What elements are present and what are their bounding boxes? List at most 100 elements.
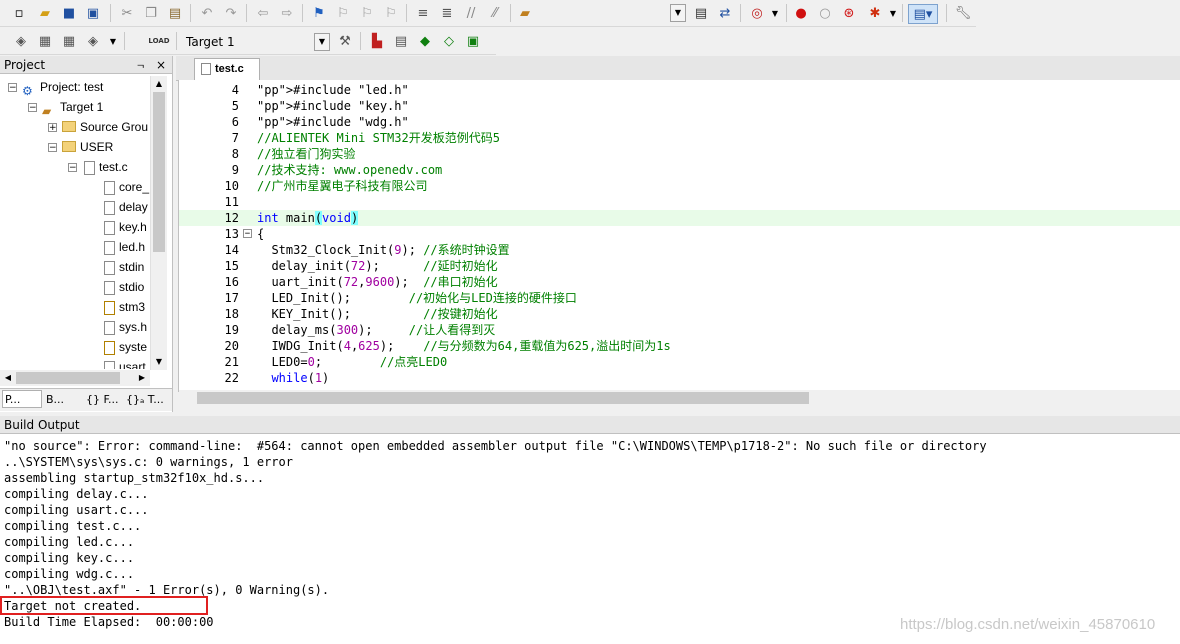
scroll-thumb[interactable] <box>153 92 165 252</box>
target-select[interactable]: Target 1 ▼ <box>182 33 330 51</box>
code-line[interactable]: 16 uart_init(72,9600); //串口初始化 <box>179 274 1180 290</box>
tab-test-c[interactable]: test.c <box>194 58 260 80</box>
tree-item-file[interactable]: key.h <box>104 217 147 237</box>
copy-icon[interactable]: ❐ <box>142 4 160 22</box>
pack-installer-icon[interactable]: ◆ <box>416 32 434 50</box>
code-line[interactable]: 10 //广州市星翼电子科技有限公司 <box>179 178 1180 194</box>
target-options-icon[interactable]: ⚒ <box>336 32 354 50</box>
tab-project[interactable]: P... <box>2 390 42 408</box>
scroll-down-icon[interactable]: ▼ <box>151 354 167 370</box>
find-combo[interactable]: ▼ <box>540 4 686 22</box>
tree-item-user[interactable]: USER <box>62 137 113 157</box>
cut-icon[interactable]: ✂ <box>118 4 136 22</box>
nav-forward-icon[interactable]: ⇨ <box>278 4 296 22</box>
code-line[interactable]: 19 delay_ms(300); //让人看得到灭 <box>179 322 1180 338</box>
comment-icon[interactable]: // <box>462 4 480 22</box>
redo-icon[interactable]: ↷ <box>222 4 240 22</box>
manage-components-icon[interactable]: ▙ <box>368 32 386 50</box>
build-icon[interactable]: ▦ <box>36 32 54 50</box>
code-line[interactable]: 12 int main(void) <box>179 210 1180 226</box>
translate-icon[interactable]: ◈ <box>12 32 30 50</box>
code-line[interactable]: 13 {− <box>179 226 1180 242</box>
open-folder-icon[interactable]: ▰ <box>36 4 54 22</box>
new-file-icon[interactable]: ▫ <box>10 4 28 22</box>
save-all-icon[interactable]: ▣ <box>84 4 102 22</box>
uncomment-icon[interactable]: ⁄⁄ <box>486 4 504 22</box>
code-line[interactable]: 22 while(1) <box>179 370 1180 386</box>
chevron-down-icon[interactable]: ▼ <box>104 32 122 50</box>
code-line[interactable]: 5 "pp">#include "key.h" <box>179 98 1180 114</box>
scroll-left-icon[interactable]: ◀ <box>0 370 16 386</box>
run-time-env-icon[interactable]: ◇ <box>440 32 458 50</box>
tree-item-file[interactable]: stdin <box>104 257 144 277</box>
tab-functions[interactable]: {} F... <box>86 391 124 409</box>
tree-item-file[interactable]: stm3 <box>104 297 145 317</box>
save-icon[interactable]: ■ <box>60 4 78 22</box>
tree-item-file[interactable]: usart <box>104 357 146 369</box>
collapse-icon[interactable]: − <box>68 163 77 173</box>
replace-icon[interactable]: ⇄ <box>716 4 734 22</box>
code-line[interactable]: 7 //ALIENTEK Mini STM32开发板范例代码5 <box>179 130 1180 146</box>
file-extensions-icon[interactable]: ▤ <box>392 32 410 50</box>
debug-icon[interactable]: ◎ <box>748 4 766 22</box>
tree-vertical-scrollbar[interactable]: ▲ ▼ <box>150 76 167 370</box>
code-line[interactable]: 4 "pp">#include "led.h" <box>179 82 1180 98</box>
prev-bookmark-icon[interactable]: ⚐ <box>334 4 352 22</box>
chevron-down-icon[interactable]: ▼ <box>884 4 902 22</box>
code-line[interactable]: 18 KEY_Init(); //按键初始化 <box>179 306 1180 322</box>
tree-item-file[interactable]: syste <box>104 337 147 357</box>
window-layout-icon[interactable]: ▤▾ <box>908 4 938 24</box>
collapse-icon[interactable]: − <box>8 83 17 93</box>
tree-item-target[interactable]: ▰ Target 1 <box>42 97 103 118</box>
select-software-packs-icon[interactable]: ▣ <box>464 32 482 50</box>
find-in-files-icon[interactable]: ▰ <box>516 4 534 22</box>
tree-item-file[interactable]: sys.h <box>104 317 147 337</box>
paste-icon[interactable]: ▤ <box>166 4 184 22</box>
scroll-thumb[interactable] <box>16 372 120 384</box>
collapse-icon[interactable]: − <box>28 103 37 113</box>
find-icon[interactable]: ▤ <box>692 4 710 22</box>
disable-breakpoint-icon[interactable]: ○ <box>816 4 834 22</box>
clear-bookmarks-icon[interactable]: ⚐ <box>382 4 400 22</box>
chevron-down-icon[interactable]: ▼ <box>314 33 330 51</box>
scroll-thumb[interactable] <box>197 392 809 404</box>
wrench-icon[interactable]: 🔧︎ <box>954 4 972 22</box>
code-line[interactable]: 11 <box>179 194 1180 210</box>
disable-all-breakpoints-icon[interactable]: ⊛ <box>840 4 858 22</box>
code-line[interactable]: 14 Stm32_Clock_Init(9); //系统时钟设置 <box>179 242 1180 258</box>
rebuild-icon[interactable]: ▦ <box>60 32 78 50</box>
nav-back-icon[interactable]: ⇦ <box>254 4 272 22</box>
tree-item-file[interactable]: led.h <box>104 237 145 257</box>
next-bookmark-icon[interactable]: ⚐ <box>358 4 376 22</box>
expand-icon[interactable]: + <box>48 123 57 133</box>
chevron-down-icon[interactable]: ▼ <box>766 4 784 22</box>
fold-collapse-icon[interactable]: − <box>243 229 252 239</box>
tree-item-project[interactable]: ⚙ Project: test <box>22 77 103 98</box>
tree-item-file[interactable]: stdio <box>104 277 144 297</box>
pin-icon[interactable]: ᆨ <box>136 56 145 74</box>
tree-item-test-c[interactable]: test.c <box>84 157 128 177</box>
code-line[interactable]: 20 IWDG_Init(4,625); //与分频数为64,重载值为625,溢… <box>179 338 1180 354</box>
tree-item-file[interactable]: core_ <box>104 177 149 197</box>
tab-templates[interactable]: {}ₐ T... <box>126 391 170 409</box>
unindent-icon[interactable]: ≣ <box>438 4 456 22</box>
scroll-right-icon[interactable]: ▶ <box>134 370 150 386</box>
scroll-up-icon[interactable]: ▲ <box>151 76 167 92</box>
code-line[interactable]: 9 //技术支持: www.openedv.com <box>179 162 1180 178</box>
bookmark-icon[interactable]: ⚑ <box>310 4 328 22</box>
tree-horizontal-scrollbar[interactable]: ◀ ▶ <box>0 370 150 386</box>
code-line[interactable]: 15 delay_init(72); //延时初始化 <box>179 258 1180 274</box>
load-icon[interactable]: LOAD <box>148 32 169 50</box>
collapse-icon[interactable]: − <box>48 143 57 153</box>
code-line[interactable]: 17 LED_Init(); //初始化与LED连接的硬件接口 <box>179 290 1180 306</box>
close-icon[interactable]: × <box>156 56 166 74</box>
kill-breakpoints-icon[interactable]: ✱ <box>866 4 884 22</box>
tab-books[interactable]: B... <box>46 391 82 409</box>
chevron-down-icon[interactable]: ▼ <box>670 4 686 22</box>
batch-build-icon[interactable]: ◈ <box>84 32 102 50</box>
editor-horizontal-scrollbar[interactable] <box>179 390 1180 406</box>
tree-item-source-group[interactable]: Source Grou <box>62 117 148 137</box>
code-editor[interactable]: 4 "pp">#include "led.h" 5 "pp">#include "ke… <box>178 80 1180 406</box>
code-line[interactable]: 6 "pp">#include "wdg.h" <box>179 114 1180 130</box>
indent-icon[interactable]: ≡ <box>414 4 432 22</box>
